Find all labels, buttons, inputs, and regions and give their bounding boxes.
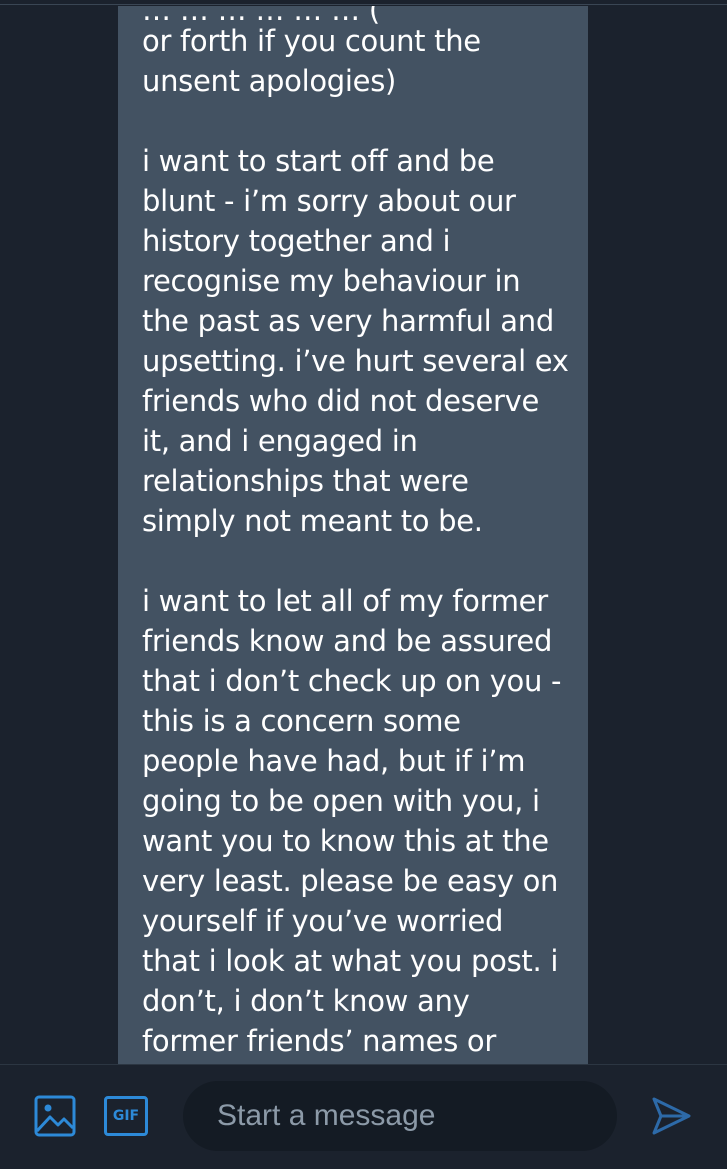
message-line: or forth if you count the	[142, 24, 481, 58]
add-gif-button[interactable]: GIF	[104, 1096, 148, 1136]
message-line: i want to let all of my former	[142, 584, 548, 618]
message-composer: GIF	[0, 1064, 727, 1169]
message-line: former friends’ names or	[142, 1024, 496, 1058]
image-icon	[34, 1095, 76, 1137]
send-button[interactable]	[650, 1095, 692, 1137]
message-paragraph-3: i want to let all of my former friends k…	[142, 581, 588, 1061]
message-line: friends who did not deserve	[142, 384, 540, 418]
message-line: blunt - i’m sorry about our	[142, 184, 516, 218]
message-line: that i don’t check up on you -	[142, 664, 562, 698]
message-paragraph-1: or forth if you count the unsent apologi…	[142, 21, 588, 101]
send-icon	[652, 1097, 691, 1135]
message-line: history together and i	[142, 224, 451, 258]
conversation-scroll-area[interactable]: … … … … … … ( or forth if you count the …	[0, 0, 727, 1064]
add-photo-button[interactable]	[34, 1095, 76, 1137]
dm-conversation-screen: … … … … … … ( or forth if you count the …	[0, 0, 727, 1169]
message-line: the past as very harmful and	[142, 304, 554, 338]
message-line: very least. please be easy on	[142, 864, 559, 898]
message-line: that i look at what you post. i	[142, 944, 559, 978]
message-line: it, and i engaged in	[142, 424, 418, 458]
message-line: going to be open with you, i	[142, 784, 540, 818]
message-line: yourself if you’ve worried	[142, 904, 504, 938]
message-line: upsetting. i’ve hurt several ex	[142, 344, 569, 378]
message-line: simply not meant to be.	[142, 504, 483, 538]
message-line: want you to know this at the	[142, 824, 549, 858]
message-line: relationships that were	[142, 464, 469, 498]
message-input[interactable]	[183, 1081, 617, 1151]
message-text: or forth if you count the unsent apologi…	[142, 21, 588, 1064]
message-bubble[interactable]: … … … … … … ( or forth if you count the …	[118, 6, 588, 1064]
message-paragraph-2: i want to start off and be blunt - i’m s…	[142, 141, 588, 541]
message-line: recognise my behaviour in	[142, 264, 521, 298]
message-line: people have had, but if i’m	[142, 744, 526, 778]
message-line: i want to start off and be	[142, 144, 495, 178]
message-line: friends know and be assured	[142, 624, 553, 658]
message-line: don’t, i don’t know any	[142, 984, 470, 1018]
message-line: this is a concern some	[142, 704, 461, 738]
message-line: unsent apologies)	[142, 64, 397, 98]
